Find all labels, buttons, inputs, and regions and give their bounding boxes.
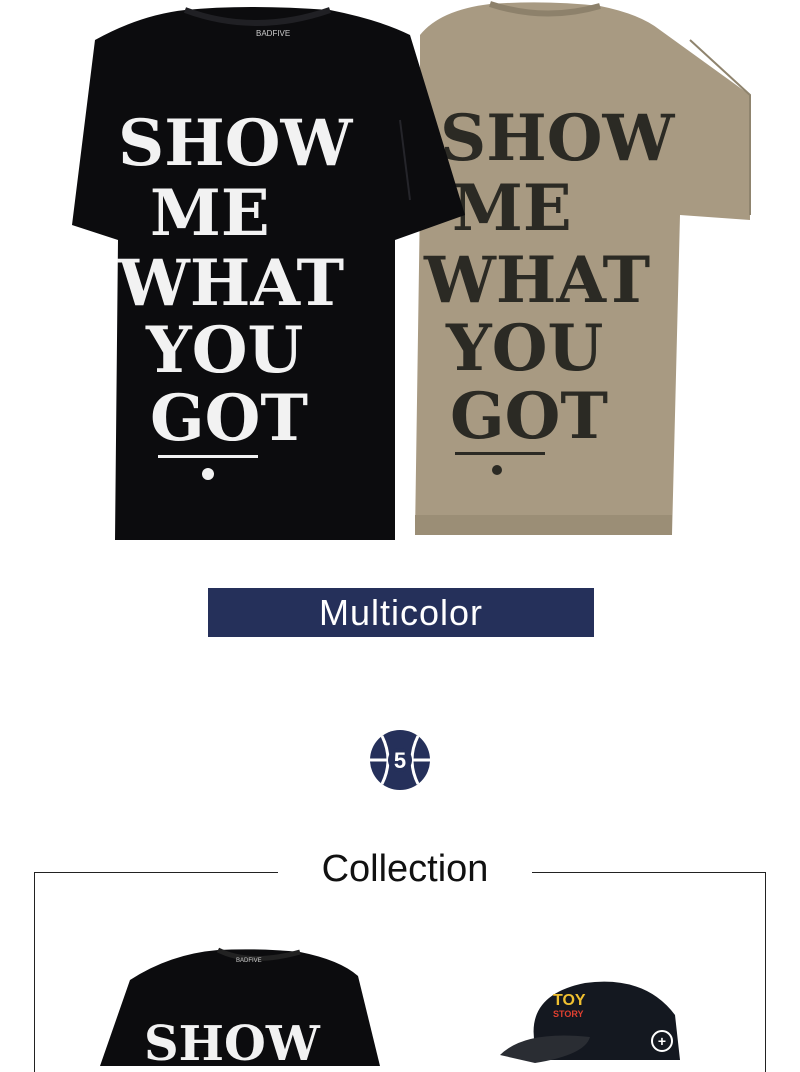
logo-number: 5 [394,748,406,773]
khaki-print-line-5: GOT [450,379,608,454]
product-hero-image: SHOW ME WHAT YOU GOT BADFIVE SHOW ME WHA… [72,1,751,540]
banner-label: Multicolor [318,591,484,633]
black-print-line-1: SHOW [118,106,353,181]
color-option-banner: Multicolor [208,588,594,637]
thumb-brand-tag: BADFIVE [236,958,262,964]
brand-neck-tag: BADFIVE [256,29,290,38]
khaki-print-line-2: ME [452,171,572,246]
black-print-line-3: WHAT [117,246,344,321]
black-print-line-2: ME [150,176,270,251]
thumb-print-text: SHOW [144,1016,321,1066]
cap-add-badge: + [658,1033,666,1049]
collection-title: Collection [321,848,489,890]
cap-logo-top: TOY [553,992,586,1009]
collection-divider-left [34,872,278,873]
khaki-print-line-3: WHAT [423,243,650,318]
black-print-line-4: YOU [145,313,303,388]
collection-item-tshirt[interactable]: BADFIVE SHOW [100,940,380,1066]
khaki-print-line-4: YOU [445,311,603,386]
collection-divider-right [532,872,766,873]
collection-item-cap[interactable]: TOY STORY + [495,975,695,1066]
cap-logo-bottom: STORY [553,1009,584,1019]
khaki-print-line-1: SHOW [440,101,675,176]
basketball-5-icon: 5 [370,730,430,790]
black-print-line-5: GOT [150,381,308,456]
